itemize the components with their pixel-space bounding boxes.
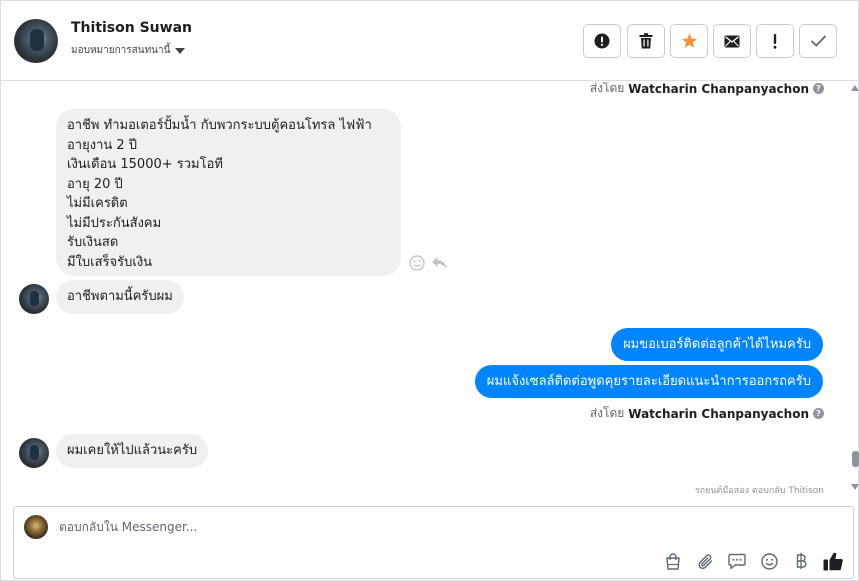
message-actions bbox=[409, 255, 448, 271]
contact-name[interactable]: Thitison Suwan bbox=[71, 20, 192, 36]
sender-name[interactable]: Watcharin Chanpanyachon bbox=[628, 82, 809, 96]
outgoing-message[interactable]: ผมแจ้งเซลล์ติดต่อพูดคุยรายละเอียดแนะนำกา… bbox=[474, 365, 823, 398]
incoming-message-details[interactable]: อาชีพ ทำมอเตอร์ปั้มน้ำ กับพวกระบบตู้คอนโ… bbox=[56, 109, 401, 276]
scrollbar-thumb[interactable] bbox=[852, 451, 859, 467]
assign-conversation-label: มอบหมายการสนทนานี้ bbox=[71, 45, 171, 56]
outgoing-message[interactable]: ผมขอเบอร์ติดต่อลูกค้าได้ไหมครับ bbox=[611, 328, 823, 361]
message-input[interactable] bbox=[59, 520, 759, 534]
reply-composer bbox=[13, 506, 854, 579]
contact-avatar-small bbox=[19, 284, 49, 314]
alert-circle-icon bbox=[594, 33, 610, 49]
paperclip-icon[interactable] bbox=[695, 551, 715, 571]
message-line: เงินเดือน 15000+ รวมโอที bbox=[67, 157, 223, 172]
check-icon bbox=[810, 35, 826, 47]
caret-down-icon bbox=[175, 48, 186, 54]
exclamation-icon bbox=[773, 33, 777, 49]
sender-name[interactable]: Watcharin Chanpanyachon bbox=[628, 407, 809, 421]
replied-by-note: รถยนต์มือสอง ตอบกลับ Thitison bbox=[694, 486, 824, 496]
envelope-icon bbox=[724, 35, 740, 47]
sent-by-label: ส่งโดย Watcharin Chanpanyachon ? bbox=[590, 82, 824, 98]
smiley-icon[interactable] bbox=[759, 551, 779, 571]
star-icon bbox=[681, 33, 697, 48]
help-icon[interactable]: ? bbox=[813, 408, 824, 419]
scroll-up-arrow[interactable] bbox=[851, 85, 859, 91]
reply-icon[interactable] bbox=[431, 256, 448, 270]
message-line: อายุงาน 2 ปี bbox=[67, 137, 138, 153]
sent-by-prefix: ส่งโดย bbox=[589, 406, 625, 420]
message-line: มีใบเสร็จรับเงิน bbox=[67, 254, 153, 270]
sent-by-label: ส่งโดย Watcharin Chanpanyachon ? bbox=[590, 404, 824, 423]
star-button[interactable] bbox=[670, 24, 708, 58]
react-smiley-icon[interactable] bbox=[409, 255, 425, 271]
message-line: อาชีพ ทำมอเตอร์ปั้มน้ำ กับพวกระบบตู้คอนโ… bbox=[67, 118, 372, 133]
assign-conversation-dropdown[interactable]: มอบหมายการสนทนานี้ bbox=[71, 43, 186, 58]
trash-icon bbox=[639, 33, 653, 49]
message-line: อายุ 20 ปี bbox=[67, 176, 123, 192]
messenger-inbox-panel: Thitison Suwan มอบหมายการสนทนานี้ ส่งโดย… bbox=[0, 0, 859, 581]
contact-avatar[interactable] bbox=[14, 19, 58, 63]
page-avatar bbox=[24, 515, 48, 539]
baht-icon[interactable] bbox=[791, 551, 811, 571]
mark-unread-button[interactable] bbox=[713, 24, 751, 58]
bag-icon[interactable] bbox=[663, 551, 683, 571]
incoming-message[interactable]: อาชีพตามนี้ครับผม bbox=[56, 280, 184, 314]
sent-by-prefix: ส่งโดย bbox=[589, 82, 625, 95]
message-line: รับเงินสด bbox=[67, 235, 119, 250]
thumbs-up-icon[interactable] bbox=[823, 551, 843, 571]
flag-button[interactable] bbox=[756, 24, 794, 58]
message-thread[interactable]: ส่งโดย Watcharin Chanpanyachon ? อาชีพ ท… bbox=[1, 82, 846, 500]
message-line: ไม่มีประกันสังคม bbox=[67, 215, 162, 231]
mark-done-button[interactable] bbox=[799, 24, 837, 58]
contact-avatar-small bbox=[19, 438, 49, 468]
help-icon[interactable]: ? bbox=[813, 83, 824, 94]
conversation-header: Thitison Suwan มอบหมายการสนทนานี้ bbox=[1, 1, 858, 81]
delete-button[interactable] bbox=[627, 24, 665, 58]
report-button[interactable] bbox=[583, 24, 621, 58]
chat-bubble-icon[interactable] bbox=[727, 551, 747, 571]
composer-tools bbox=[663, 551, 843, 571]
incoming-message[interactable]: ผมเคยให้ไปแล้วนะครับ bbox=[56, 434, 209, 468]
scroll-down-arrow[interactable] bbox=[851, 484, 859, 490]
message-line: ไม่มีเครดิต bbox=[67, 196, 128, 211]
